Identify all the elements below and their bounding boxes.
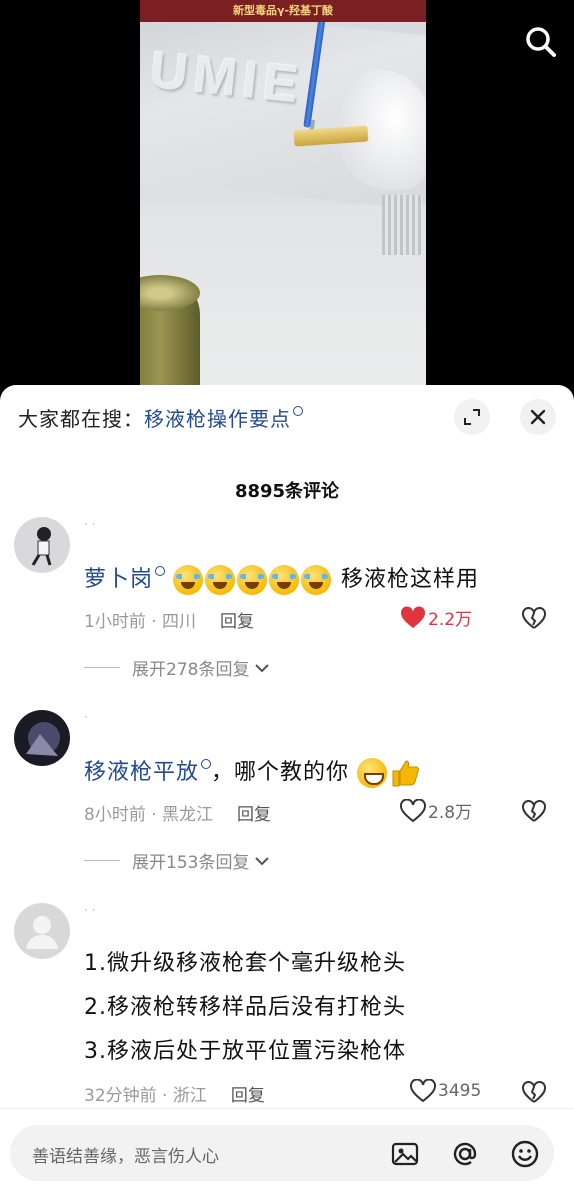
heart-outline-icon — [400, 798, 426, 822]
laughing-crying-emoji — [205, 565, 236, 595]
avatar[interactable] — [14, 903, 70, 959]
hot-search-bar[interactable]: 大家都在搜：移液枪操作要点 — [18, 403, 303, 432]
laughing-crying-emoji — [269, 565, 300, 595]
at-icon[interactable] — [450, 1139, 480, 1169]
search-icon[interactable] — [523, 24, 559, 60]
username[interactable]: · — [84, 710, 88, 724]
dislike-button[interactable] — [522, 607, 546, 631]
dislike-button[interactable] — [522, 1081, 546, 1105]
expand-replies-label: 展开278条回复 — [132, 660, 250, 680]
video-player[interactable]: UMIE 新型毒品γ-羟基丁酸 — [0, 0, 574, 390]
comment-input[interactable]: 善语结善缘，恶言伤人心 — [10, 1125, 554, 1181]
like-button[interactable]: 2.2万 — [400, 605, 472, 630]
username[interactable]: · · — [84, 517, 95, 531]
broken-heart-icon — [522, 1081, 546, 1103]
comment-text: 移液枪平放 ，哪个教的你 — [84, 754, 419, 788]
reply-button[interactable]: 回复 — [237, 805, 271, 825]
broken-heart-icon — [522, 607, 546, 629]
expand-button[interactable] — [454, 399, 490, 435]
expand-replies[interactable]: 展开278条回复 — [84, 655, 271, 680]
reply-button[interactable]: 回复 — [231, 1086, 265, 1106]
comment-sheet: 大家都在搜：移液枪操作要点 8895条评论 · · 萝卜岗 移液枪这样用 1小时… — [0, 385, 574, 1200]
comment-text-line: 3.移液后处于放平位置污染枪体 — [84, 1039, 406, 1064]
comment-text-tail: ，哪个教的你 — [211, 760, 350, 785]
avatar[interactable] — [14, 517, 70, 573]
search-mini-icon — [155, 566, 166, 576]
avatar[interactable] — [14, 710, 70, 766]
laptop-vent — [382, 195, 422, 255]
comment-meta: 8小时前 · 黑龙江 回复 — [84, 800, 271, 825]
mention-link[interactable]: 萝卜岗 — [84, 567, 153, 592]
like-count: 2.8万 — [428, 803, 473, 823]
like-count: 2.2万 — [428, 610, 473, 630]
expand-replies[interactable]: 展开153条回复 — [84, 848, 271, 873]
comment-input-placeholder: 善语结善缘，恶言伤人心 — [32, 1147, 219, 1167]
heart-filled-icon — [400, 605, 426, 628]
comment-meta: 1小时前 · 四川 回复 — [84, 607, 254, 632]
close-icon — [530, 409, 546, 425]
close-button[interactable] — [520, 399, 556, 435]
like-button[interactable]: 3495 — [410, 1079, 481, 1103]
video-banner: 新型毒品γ-羟基丁酸 — [140, 0, 426, 22]
dislike-button[interactable] — [522, 800, 546, 824]
divider — [84, 860, 120, 861]
thumbs-up-emoji — [392, 760, 419, 787]
username[interactable]: · · — [84, 903, 95, 917]
comment-text-line: 2.移液枪转移样品后没有打枪头 — [84, 995, 406, 1020]
chevron-down-icon — [255, 663, 270, 672]
laughing-crying-emoji — [301, 565, 332, 595]
search-mini-icon — [201, 759, 212, 769]
broken-heart-icon — [522, 800, 546, 822]
comment-text-line: 1.微升级移液枪套个毫升级枪头 — [84, 951, 406, 976]
comment-input-bar: 善语结善缘，恶言伤人心 — [0, 1108, 574, 1201]
comment-meta: 32分钟前 · 浙江 回复 — [84, 1081, 265, 1106]
laughing-crying-emoji — [173, 565, 204, 595]
image-icon[interactable] — [390, 1139, 420, 1169]
time-location: 8小时前 · 黑龙江 — [84, 805, 214, 825]
comment-count: 8895条评论 — [234, 481, 340, 502]
video-frame: UMIE 新型毒品γ-羟基丁酸 — [140, 0, 426, 390]
time-location: 1小时前 · 四川 — [84, 612, 197, 632]
emoji-icon[interactable] — [510, 1139, 540, 1169]
reply-button[interactable]: 回复 — [220, 612, 254, 632]
hot-search-prefix: 大家都在搜： — [18, 407, 144, 431]
expand-icon — [464, 409, 480, 425]
heart-outline-icon — [410, 1079, 436, 1103]
search-mini-icon — [293, 406, 303, 416]
chevron-down-icon — [255, 856, 270, 865]
expand-replies-label: 展开153条回复 — [132, 853, 250, 873]
divider — [84, 667, 120, 668]
time-location: 32分钟前 · 浙江 — [84, 1086, 207, 1106]
comment-text-tail: 移液枪这样用 — [341, 567, 480, 592]
laughing-crying-emoji — [237, 565, 268, 595]
like-count: 3495 — [438, 1081, 482, 1101]
like-button[interactable]: 2.8万 — [400, 798, 472, 823]
mention-link[interactable]: 移液枪平放 — [84, 760, 199, 785]
comment-text: 萝卜岗 移液枪这样用 — [84, 561, 479, 595]
hot-search-term[interactable]: 移液枪操作要点 — [144, 407, 291, 431]
grin-sweat-emoji — [357, 758, 388, 788]
